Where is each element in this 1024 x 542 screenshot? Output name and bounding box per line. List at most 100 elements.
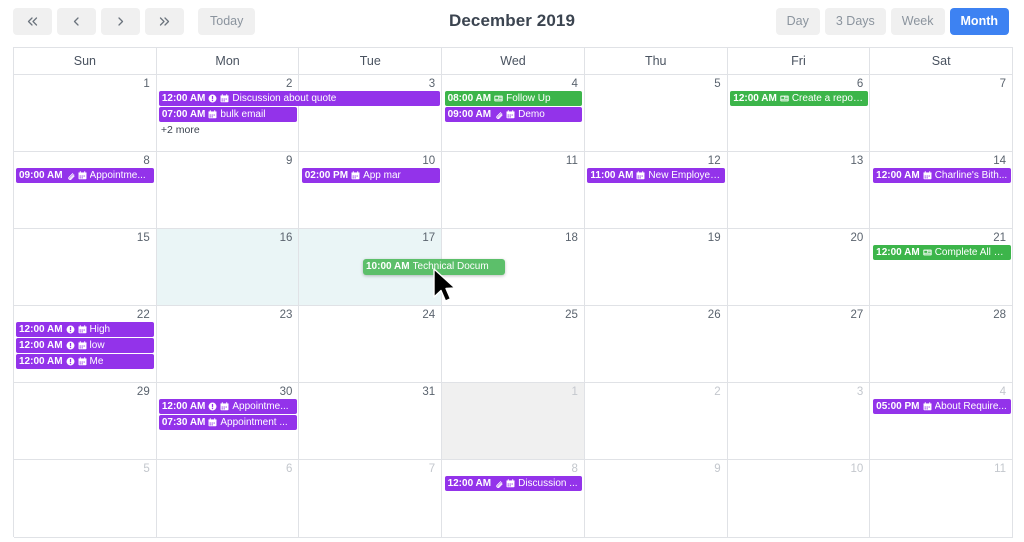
- day-cell[interactable]: 9: [584, 460, 728, 538]
- event-time: 08:00 AM: [447, 93, 492, 104]
- view-button-week[interactable]: Week: [890, 7, 945, 35]
- view-button-day[interactable]: Day: [775, 7, 820, 35]
- calendar-icon-wrapper: [78, 357, 87, 366]
- day-number: 7: [999, 78, 1007, 90]
- calendar-icon: [78, 325, 87, 334]
- event-title: About Require...: [934, 401, 1007, 413]
- day-cell[interactable]: 28: [870, 306, 1014, 384]
- day-cell[interactable]: 11: [442, 152, 585, 230]
- day-cell[interactable]: 13: [727, 152, 871, 230]
- calendar-event[interactable]: 07:00 AM bulk email: [158, 107, 297, 122]
- day-cell[interactable]: 7: [299, 460, 443, 538]
- event-title: High: [89, 324, 111, 336]
- event-time: 11:00 AM: [590, 170, 634, 182]
- calendar-event[interactable]: 12:00 AM High: [16, 322, 154, 338]
- day-cell[interactable]: 24: [299, 306, 443, 384]
- day-cell[interactable]: 16: [156, 229, 300, 307]
- event-title: New Employee...: [648, 170, 723, 182]
- view-button-month[interactable]: Month: [949, 7, 1009, 35]
- calendar-event[interactable]: 02:00 PM App mar: [301, 168, 440, 184]
- day-cell[interactable]: 21: [870, 229, 1014, 307]
- day-cell[interactable]: 4: [870, 383, 1014, 461]
- calendar-event[interactable]: 12:00 AM Me: [16, 354, 154, 370]
- day-cell[interactable]: 2: [584, 383, 728, 461]
- more-events-link[interactable]: +2 more: [161, 124, 200, 137]
- day-cell[interactable]: 11: [870, 460, 1014, 538]
- double-chevron-left-icon: [27, 16, 38, 26]
- day-cell[interactable]: 5: [14, 460, 157, 538]
- day-cell[interactable]: 3: [299, 75, 443, 153]
- calendar-icon-wrapper: [208, 110, 217, 119]
- calendar-event[interactable]: 05:00 PM About Require...: [873, 399, 1011, 415]
- next-button[interactable]: [101, 7, 140, 35]
- event-time: 09:00 AM: [19, 170, 63, 182]
- calendar-event[interactable]: 09:00 AM Demo: [444, 107, 583, 122]
- calendar-event[interactable]: 08:00 AM Follow Up: [444, 91, 583, 106]
- week-row: 5 6 7 8 9 10 11 12:00 AM Discussion ...: [14, 460, 1014, 538]
- day-cell[interactable]: 5: [584, 75, 728, 153]
- day-cell[interactable]: 20: [727, 229, 871, 307]
- calendar-icon: [208, 110, 217, 119]
- recurrence-icon: [494, 95, 503, 102]
- day-cell[interactable]: 6: [727, 75, 871, 153]
- day-cell[interactable]: 8: [14, 152, 157, 230]
- day-of-week-header-row: Sun Mon Tue Wed Thu Fri Sat: [14, 48, 1014, 75]
- day-cell[interactable]: 14: [870, 152, 1014, 230]
- calendar-event[interactable]: 12:00 AM Discussion about quote: [158, 91, 440, 106]
- view-button-3-days[interactable]: 3 Days: [824, 7, 886, 35]
- day-cell[interactable]: 10: [727, 460, 871, 538]
- calendar-event[interactable]: 09:00 AM Appointme...: [16, 168, 154, 184]
- day-number: 23: [279, 309, 293, 322]
- day-number: 10: [850, 463, 864, 476]
- calendar-event[interactable]: 12:00 AM Appointme...: [158, 399, 297, 415]
- event-title: bulk email: [220, 109, 266, 120]
- next-year-button[interactable]: [145, 7, 184, 35]
- day-cell[interactable]: 23: [156, 306, 300, 384]
- navigation-button-group: Today: [13, 7, 256, 35]
- event-title: Discussion ...: [518, 478, 578, 490]
- event-time: 07:30 AM: [161, 417, 206, 429]
- day-number: 28: [993, 309, 1007, 322]
- day-number: 18: [565, 232, 578, 245]
- calendar-app: Today December 2019 Day 3 Days Week Month S…: [0, 0, 1024, 542]
- day-cell[interactable]: 29: [14, 383, 157, 461]
- calendar-event[interactable]: 11:00 AM New Employee...: [587, 168, 726, 184]
- calendar-event[interactable]: 12:00 AM Create a report...: [730, 91, 869, 106]
- day-cell[interactable]: 1: [14, 75, 157, 153]
- day-cell[interactable]: 9: [156, 152, 300, 230]
- day-cell[interactable]: 1: [442, 383, 585, 461]
- calendar-icon: [923, 402, 931, 411]
- calendar-event[interactable]: 12:00 AM Charline's Bith...: [873, 168, 1011, 184]
- prev-button[interactable]: [57, 7, 96, 35]
- calendar-event[interactable]: 07:30 AM Appointment ...: [158, 415, 297, 431]
- day-cell[interactable]: 3: [727, 383, 871, 461]
- day-cell[interactable]: 15: [14, 229, 157, 307]
- recurrence-icon-wrapper: [494, 94, 503, 103]
- calendar-icon: [636, 171, 645, 180]
- day-cell[interactable]: 27: [727, 306, 871, 384]
- dragging-event[interactable]: 10:00 AM Technical Docum: [363, 259, 505, 275]
- day-number: 5: [714, 78, 721, 90]
- calendar-event[interactable]: 12:00 AM low: [16, 338, 154, 354]
- day-cell[interactable]: 7: [870, 75, 1014, 153]
- day-number: 26: [707, 309, 721, 322]
- day-cell[interactable]: 12: [584, 152, 728, 230]
- day-cell[interactable]: 26: [584, 306, 728, 384]
- day-cell[interactable]: 31: [299, 383, 443, 461]
- day-cell[interactable]: 19: [584, 229, 728, 307]
- prev-year-button[interactable]: [13, 7, 52, 35]
- calendar-icon: [78, 357, 87, 366]
- calendar-event[interactable]: 12:00 AM Discussion ...: [444, 476, 583, 492]
- calendar-event[interactable]: 12:00 AM Complete All M...: [873, 245, 1011, 261]
- today-button[interactable]: Today: [198, 7, 256, 35]
- day-number: 11: [994, 463, 1007, 476]
- day-number: 15: [136, 232, 150, 245]
- priority-icon: [66, 357, 75, 366]
- calendar-icon: [78, 171, 87, 180]
- day-number: 10: [422, 155, 436, 168]
- day-cell[interactable]: 6: [156, 460, 300, 538]
- day-cell[interactable]: 8: [442, 460, 585, 538]
- day-cell[interactable]: 10: [299, 152, 443, 230]
- day-cell[interactable]: 25: [442, 306, 585, 384]
- event-time: 05:00 PM: [876, 401, 920, 413]
